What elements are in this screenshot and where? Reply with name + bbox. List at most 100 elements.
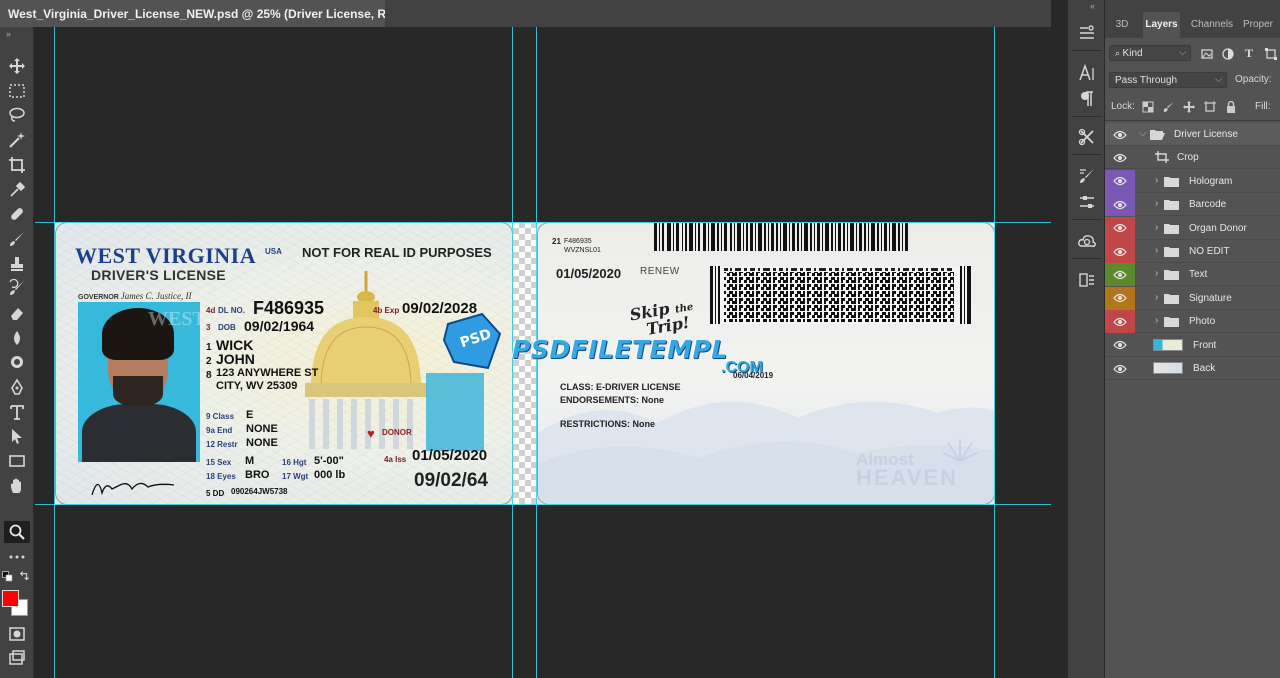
path-selection-tool-icon[interactable] (4, 425, 30, 447)
blur-tool-icon[interactable] (4, 327, 30, 349)
expand-group-icon[interactable]: › (1155, 292, 1158, 303)
guide-horizontal[interactable] (35, 222, 1051, 223)
filter-adjustment-icon[interactable] (1222, 48, 1234, 60)
eraser-tool-icon[interactable] (4, 302, 30, 324)
color-swatches[interactable] (2, 590, 32, 620)
clone-stamp-tool-icon[interactable] (4, 253, 30, 275)
back-code2: WVZNSL01 (564, 247, 601, 254)
back-code-num: 21 (552, 237, 561, 246)
separator (1072, 116, 1102, 117)
layer-row-text[interactable]: › Text (1105, 263, 1280, 287)
libraries-icon[interactable] (1076, 230, 1098, 252)
lock-all-icon[interactable] (1225, 101, 1237, 113)
expand-group-icon[interactable]: › (1155, 222, 1158, 233)
visibility-eye-icon[interactable] (1105, 240, 1135, 263)
collapse-group-icon[interactable]: ⌵ (1139, 128, 1147, 139)
brush-settings-icon[interactable] (1076, 165, 1098, 187)
chevron-down-icon: ⌵ (1179, 47, 1186, 57)
visibility-eye-icon[interactable] (1105, 146, 1135, 169)
expand-group-icon[interactable]: › (1155, 245, 1158, 256)
separator (1072, 154, 1102, 155)
properties-panel-icon[interactable] (1076, 22, 1098, 44)
visibility-eye-icon[interactable] (1105, 334, 1135, 357)
adjustments-icon[interactable] (1076, 191, 1098, 213)
rectangle-tool-icon[interactable] (4, 450, 30, 472)
lock-artboard-icon[interactable] (1204, 101, 1216, 113)
tool-presets-icon[interactable] (1076, 126, 1098, 148)
layer-row-no-edit[interactable]: › NO EDIT (1105, 240, 1280, 263)
toolbar-collapse-icon[interactable]: » (6, 29, 11, 39)
expand-group-icon[interactable]: › (1155, 175, 1158, 186)
layer-row-back[interactable]: Back (1105, 357, 1280, 380)
canvas-area[interactable]: WEST VIRGINIA USA NOT FOR REAL ID PURPOS… (35, 27, 1051, 678)
layer-filter-kind[interactable]: ⌕ Kind ⌵ (1109, 45, 1191, 61)
tab-layers[interactable]: Layers (1143, 12, 1180, 38)
document-tab[interactable]: West_Virginia_Driver_License_NEW.psd @ 2… (0, 0, 439, 27)
blend-mode-dropdown[interactable]: Pass Through ⌵ (1109, 72, 1227, 88)
collapse-panels-icon[interactable]: « (1090, 1, 1095, 11)
layer-row-signature[interactable]: › Signature (1105, 286, 1280, 310)
character-panel-icon[interactable] (1076, 62, 1098, 84)
swap-colors-icon[interactable] (16, 569, 32, 585)
visibility-eye-icon[interactable] (1105, 286, 1135, 310)
type-tool-icon[interactable] (4, 401, 30, 423)
tab-properties[interactable]: Proper (1243, 12, 1280, 38)
layer-row-front[interactable]: Front (1105, 334, 1280, 357)
visibility-eye-icon[interactable] (1105, 216, 1135, 240)
tab-3d[interactable]: 3D (1109, 12, 1135, 38)
visibility-eye-icon[interactable] (1105, 169, 1135, 193)
zoom-tool-icon[interactable] (4, 521, 30, 543)
lock-position-icon[interactable] (1183, 101, 1195, 113)
class-value: E (246, 409, 254, 421)
history-brush-tool-icon[interactable] (4, 277, 30, 299)
guide-vertical[interactable] (994, 27, 995, 678)
foreground-color-swatch[interactable] (2, 590, 19, 607)
hand-tool-icon[interactable] (4, 475, 30, 497)
psd-watermark-badge: PSD (442, 312, 502, 370)
more-tools-icon[interactable] (4, 546, 30, 568)
filter-type-icon[interactable]: T (1245, 46, 1257, 60)
default-colors-icon[interactable] (0, 569, 16, 585)
guide-vertical[interactable] (54, 27, 55, 678)
visibility-eye-icon[interactable] (1105, 357, 1135, 380)
healing-brush-tool-icon[interactable] (4, 203, 30, 225)
move-tool-icon[interactable] (4, 55, 30, 77)
crop-tool-icon[interactable] (4, 154, 30, 176)
expand-group-icon[interactable]: › (1155, 315, 1158, 326)
layer-row-driver-license[interactable]: ⌵ Driver License (1105, 123, 1280, 146)
visibility-eye-icon[interactable] (1105, 310, 1135, 334)
lock-image-icon[interactable] (1163, 101, 1175, 113)
filter-pixel-icon[interactable] (1201, 48, 1213, 60)
sex-label: 15 Sex (206, 458, 232, 467)
filter-shape-icon[interactable] (1265, 48, 1277, 60)
layer-row-barcode[interactable]: › Barcode (1105, 193, 1280, 217)
expand-group-icon[interactable]: › (1155, 198, 1158, 209)
brush-tool-icon[interactable] (4, 228, 30, 250)
dob-label: DOB (218, 323, 236, 332)
tab-channels[interactable]: Channels (1188, 12, 1236, 38)
dodge-tool-icon[interactable] (4, 351, 30, 373)
linear-barcode (654, 223, 908, 251)
lasso-tool-icon[interactable] (4, 104, 30, 126)
history-panel-icon[interactable] (1076, 269, 1098, 291)
pen-tool-icon[interactable] (4, 376, 30, 398)
layer-row-photo[interactable]: › Photo (1105, 310, 1280, 334)
quick-mask-icon[interactable] (4, 623, 30, 645)
layer-row-hologram[interactable]: › Hologram (1105, 169, 1280, 193)
lock-transparent-icon[interactable] (1142, 101, 1154, 113)
expand-group-icon[interactable]: › (1155, 268, 1158, 279)
governor-signature: James C. Justice, II (120, 291, 192, 301)
paragraph-panel-icon[interactable] (1076, 88, 1098, 110)
magic-wand-tool-icon[interactable] (4, 129, 30, 151)
guide-horizontal[interactable] (35, 504, 1051, 505)
visibility-eye-icon[interactable] (1105, 193, 1135, 217)
layer-row-organ-donor[interactable]: › Organ Donor (1105, 216, 1280, 240)
end-label: 9a End (206, 426, 233, 435)
marquee-tool-icon[interactable] (4, 80, 30, 102)
eyedropper-tool-icon[interactable] (4, 179, 30, 201)
screen-mode-icon[interactable] (4, 647, 30, 669)
document-canvas[interactable]: WEST VIRGINIA USA NOT FOR REAL ID PURPOS… (55, 222, 995, 505)
visibility-eye-icon[interactable] (1105, 263, 1135, 287)
layer-row-crop[interactable]: Crop (1105, 146, 1280, 170)
visibility-eye-icon[interactable] (1105, 123, 1135, 146)
